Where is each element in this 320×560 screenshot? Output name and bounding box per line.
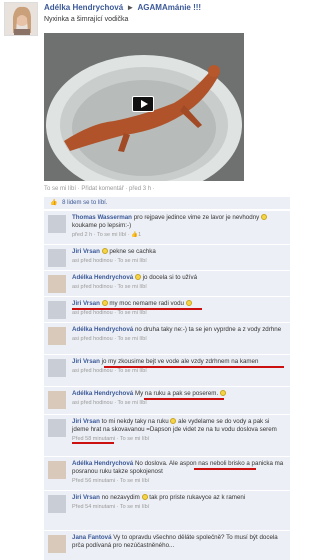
comment-text: no druha taky ne:-) ta se jen vyprdne a … [134,326,282,333]
comment-item: Jiri Vrsan my moc nemame radi vodu asi p… [44,296,290,322]
author-avatar[interactable] [4,2,38,36]
red-underline [144,398,224,400]
post-header: Adélka Hendrychová ► AGAMAmánie !!! [44,3,201,13]
comment-author[interactable]: Jana Fantová [72,534,112,541]
smiley-icon [141,494,148,500]
red-underline [72,442,114,444]
comment-meta[interactable]: asi před hodinou · To se mi líbí [72,335,286,343]
smiley-icon [260,214,267,220]
comment-item: Adélka Hendrychová My na ruku a pak se p… [44,386,290,414]
red-underline [104,366,284,368]
likes-count-text[interactable]: 8 lidem se to líbí. [62,200,107,206]
comment-text: pekne se cachka [109,248,156,255]
smiley-icon [185,300,192,306]
video-thumbnail[interactable] [44,33,244,181]
comment-item: Jiri Vrsan to mi nekdy taky na ruku ale … [44,414,290,456]
comment-text: pro rejpave jedince vime ze lavor je nev… [133,214,260,221]
comment-meta[interactable]: asi před hodinou · To se mi líbí [72,399,286,407]
commenter-avatar[interactable] [48,249,66,267]
comment-text: My na ruku a pak se poserem. [134,390,219,397]
red-underline [194,468,256,470]
post-text: Nyxinka a šimrající vodička [44,16,129,23]
comment-meta[interactable]: asi před hodinou · To se mi líbí [72,257,286,265]
comment-author[interactable]: Adélka Hendrychová [72,326,133,333]
commenter-avatar[interactable] [48,275,66,293]
group-link[interactable]: AGAMAmánie !!! [138,3,202,12]
comment-item: Jiri Vrsan pekne se cachka asi před hodi… [44,244,290,270]
comment-item: Jiri Vrsan jo my zkousime bejt ve vode a… [44,354,290,386]
comment-text-2: tak pro priste rukavyce az k rameni [149,494,246,501]
commenter-avatar[interactable] [48,495,66,513]
commenter-avatar[interactable] [48,301,66,319]
comment-item: Adélka Hendrychová no druha taky ne:-) t… [44,322,290,354]
comment-author[interactable]: Jiri Vrsan [72,300,100,307]
play-icon [140,100,148,108]
comment-meta[interactable]: asi před hodinou · To se mi líbí [72,283,286,291]
post-actions[interactable]: To se mi líbí · Přidat komentář · před 3… [44,186,155,192]
smiley-icon [101,248,108,254]
commenter-avatar[interactable] [48,419,66,437]
comment-meta[interactable]: Před 54 minutami · To se mi líbí [72,503,286,511]
comment-meta[interactable]: Před 56 minutami · To se mi líbí [72,477,286,485]
commenter-avatar[interactable] [48,359,66,377]
commenter-avatar[interactable] [48,215,66,233]
commenter-avatar[interactable] [48,391,66,409]
facebook-post: Adélka Hendrychová ► AGAMAmánie !!! Nyxi… [0,0,300,560]
smiley-icon [101,300,108,306]
comment-author[interactable]: Jiri Vrsan [72,494,100,501]
play-button[interactable] [132,96,154,112]
comment-text: no nezavydim [101,494,140,501]
comment-item: Adélka Hendrychová No doslova. Ale aspon… [44,456,290,490]
comment-author[interactable]: Adélka Hendrychová [72,274,133,281]
arrow-icon: ► [126,3,135,12]
commenter-avatar[interactable] [48,461,66,479]
comment-item: Jana Fantová Vy to opravdu všechno dělát… [44,530,290,560]
thumbs-up-icon: 👍 [50,200,58,206]
comment-item: Jiri Vrsan no nezavydim tak pro priste r… [44,490,290,530]
commenter-avatar[interactable] [48,535,66,553]
comment-text: jo my zkousime bejt ve vode ale vzdy zdr… [101,358,259,365]
comment-text: to mi nekdy taky na ruku [101,418,169,425]
comment-author[interactable]: Adélka Hendrychová [72,460,133,467]
comment-author[interactable]: Jiri Vrsan [72,418,100,425]
comment-text: jo docela si to užívá [142,274,198,281]
comment-meta[interactable]: asi před hodinou · To se mi líbí [72,367,286,375]
comment-author[interactable]: Adélka Hendrychová [72,390,133,397]
commenter-avatar[interactable] [48,327,66,345]
smiley-icon [219,390,226,396]
comment-text-tail: koukame po lepsim:-) [72,222,132,229]
comment-author[interactable]: Thomas Wasserman [72,214,132,221]
comment-meta[interactable]: asi před hodinou · To se mi líbí [72,309,286,317]
red-underline [72,308,202,310]
comment-text: my moc nemame radi vodu [109,300,184,307]
smiley-icon [134,274,141,280]
post-author-link[interactable]: Adélka Hendrychová [44,3,123,12]
comment-item: Adélka Hendrychová jo docela si to užívá… [44,270,290,296]
comment-likes: 1 [138,232,142,238]
comment-meta[interactable]: před 2 h · To se mi líbí · [72,232,130,238]
smiley-icon [170,418,177,424]
comment-author[interactable]: Jiri Vrsan [72,248,100,255]
comment-item: Thomas Wasserman pro rejpave jedince vim… [44,210,290,244]
comment-author[interactable]: Jiri Vrsan [72,358,100,365]
likes-summary[interactable]: 👍 8 lidem se to líbí. [44,197,290,209]
